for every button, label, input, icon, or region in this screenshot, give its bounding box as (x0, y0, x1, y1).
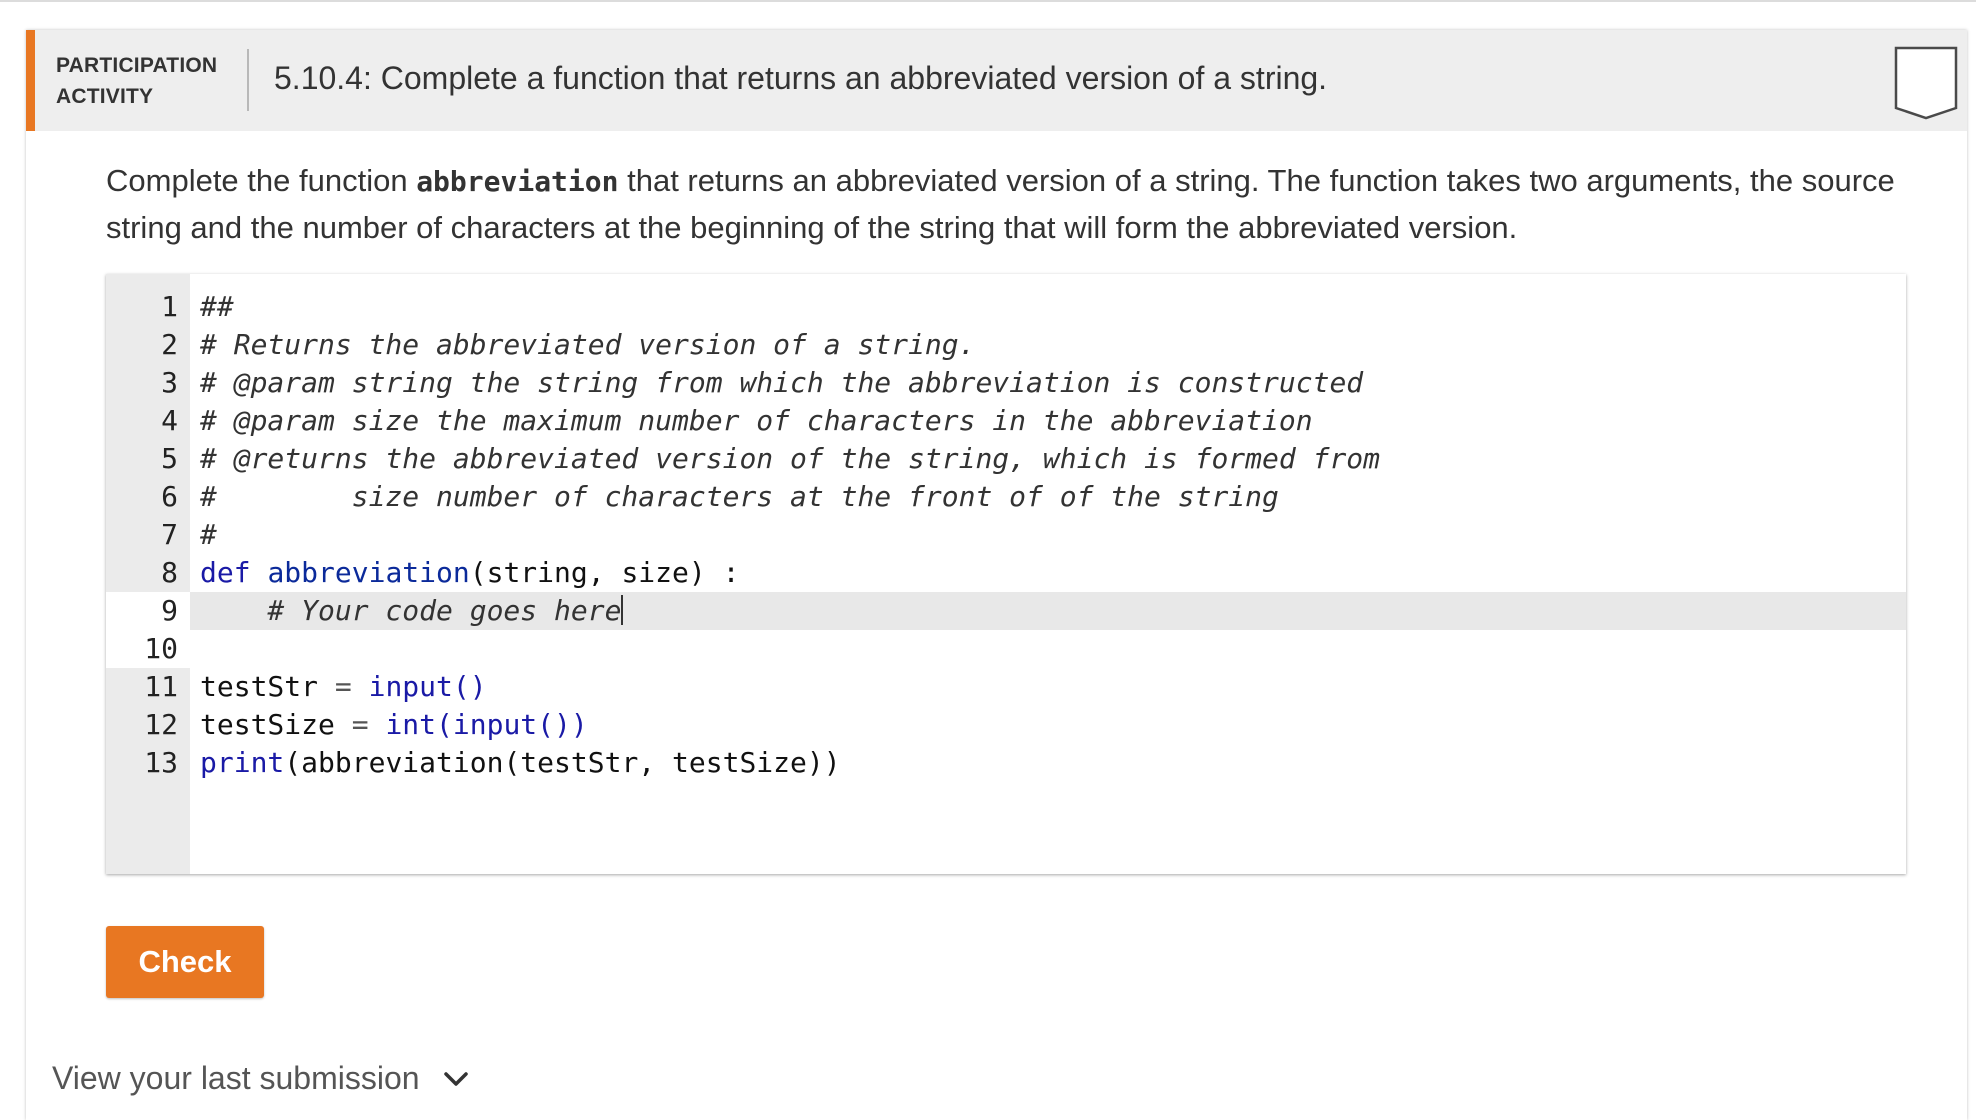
code-editor[interactable]: 1 ## 2 # Returns the abbreviated version… (106, 274, 1906, 874)
code-line-9-active[interactable]: 9 # Your code goes here (106, 592, 1906, 630)
print-args: (abbreviation(testStr, testSize)) (284, 746, 841, 779)
function-name-token: abbreviation (267, 556, 470, 589)
line-number: 13 (144, 746, 178, 779)
check-button[interactable]: Check (106, 926, 264, 998)
line-number: 8 (161, 556, 178, 589)
builtin-print-token: print (200, 746, 285, 779)
code-text: # (200, 518, 217, 551)
variable-token: testStr (200, 670, 319, 703)
code-text: # @param string the string from which th… (200, 366, 1364, 399)
code-line-8[interactable]: 8 def abbreviation(string, size) : (106, 554, 1906, 592)
participation-activity-label: PARTICIPATION ACTIVITY (56, 50, 217, 112)
line-number: 4 (161, 404, 178, 437)
code-text: ## (200, 290, 234, 323)
code-line-13[interactable]: 13 print(abbreviation(testStr, testSize)… (106, 744, 1906, 782)
participation-activity-card: PARTICIPATION ACTIVITY 5.10.4: Complete … (26, 30, 1967, 1120)
code-line-2[interactable]: 2 # Returns the abbreviated version of a… (106, 326, 1906, 364)
line-number: 10 (144, 632, 178, 665)
code-line-6[interactable]: 6 # size number of characters at the fro… (106, 478, 1906, 516)
builtin-call-token: input() (368, 670, 487, 703)
text-cursor (621, 595, 624, 625)
chevron-down-icon (443, 1071, 468, 1086)
instructions-text: Complete the function abbreviation that … (106, 158, 1896, 251)
code-line-3[interactable]: 3 # @param string the string from which … (106, 364, 1906, 402)
header-divider (247, 49, 249, 111)
operator-token: = (318, 670, 369, 703)
function-name: abbreviation (416, 165, 619, 198)
line-number: 11 (144, 670, 178, 703)
view-last-submission-toggle[interactable]: View your last submission (52, 1060, 470, 1097)
top-divider (0, 0, 1976, 2)
code-text: # Returns the abbreviated version of a s… (200, 328, 976, 361)
view-last-submission-label: View your last submission (52, 1060, 420, 1096)
activity-header: PARTICIPATION ACTIVITY 5.10.4: Complete … (26, 30, 1967, 131)
instructions-before: Complete the function (106, 163, 417, 198)
code-text: testStr = input() (200, 668, 487, 706)
line-number: 7 (161, 518, 178, 551)
line-number: 5 (161, 442, 178, 475)
builtin-call-token: int(input()) (385, 708, 588, 741)
placeholder-comment: # Your code goes here (200, 594, 622, 627)
code-line-12[interactable]: 12 testSize = int(input()) (106, 706, 1906, 744)
activity-label: ACTIVITY (56, 85, 154, 108)
code-text: # @returns the abbreviated version of th… (200, 442, 1381, 475)
code-text: testSize = int(input()) (200, 706, 588, 744)
line-number: 3 (161, 366, 178, 399)
line-number: 12 (144, 708, 178, 741)
code-text: def abbreviation(string, size) : (200, 554, 739, 592)
code-line-1[interactable]: 1 ## (106, 288, 1906, 326)
completion-badge-icon (1894, 46, 1958, 120)
variable-token: testSize (200, 708, 335, 741)
code-text: print(abbreviation(testStr, testSize)) (200, 744, 841, 782)
line-number: 9 (106, 592, 178, 630)
activity-title: 5.10.4: Complete a function that returns… (274, 60, 1328, 96)
keyword-def: def (200, 556, 251, 589)
operator-token: = (334, 708, 386, 741)
code-line-4[interactable]: 4 # @param size the maximum number of ch… (106, 402, 1906, 440)
code-line-11[interactable]: 11 testStr = input() (106, 668, 1906, 706)
code-text: # Your code goes here (200, 592, 624, 630)
code-text: # @param size the maximum number of char… (200, 404, 1313, 437)
code-text: # size number of characters at the front… (200, 480, 1279, 513)
line-number: 2 (161, 328, 178, 361)
code-line-7[interactable]: 7 # (106, 516, 1906, 554)
participation-label: PARTICIPATION (56, 54, 218, 77)
function-params: (string, size) : (469, 556, 740, 589)
code-line-10[interactable]: 10 (106, 630, 1906, 668)
line-number: 6 (161, 480, 178, 513)
line-number: 1 (161, 290, 178, 323)
code-line-5[interactable]: 5 # @returns the abbreviated version of … (106, 440, 1906, 478)
